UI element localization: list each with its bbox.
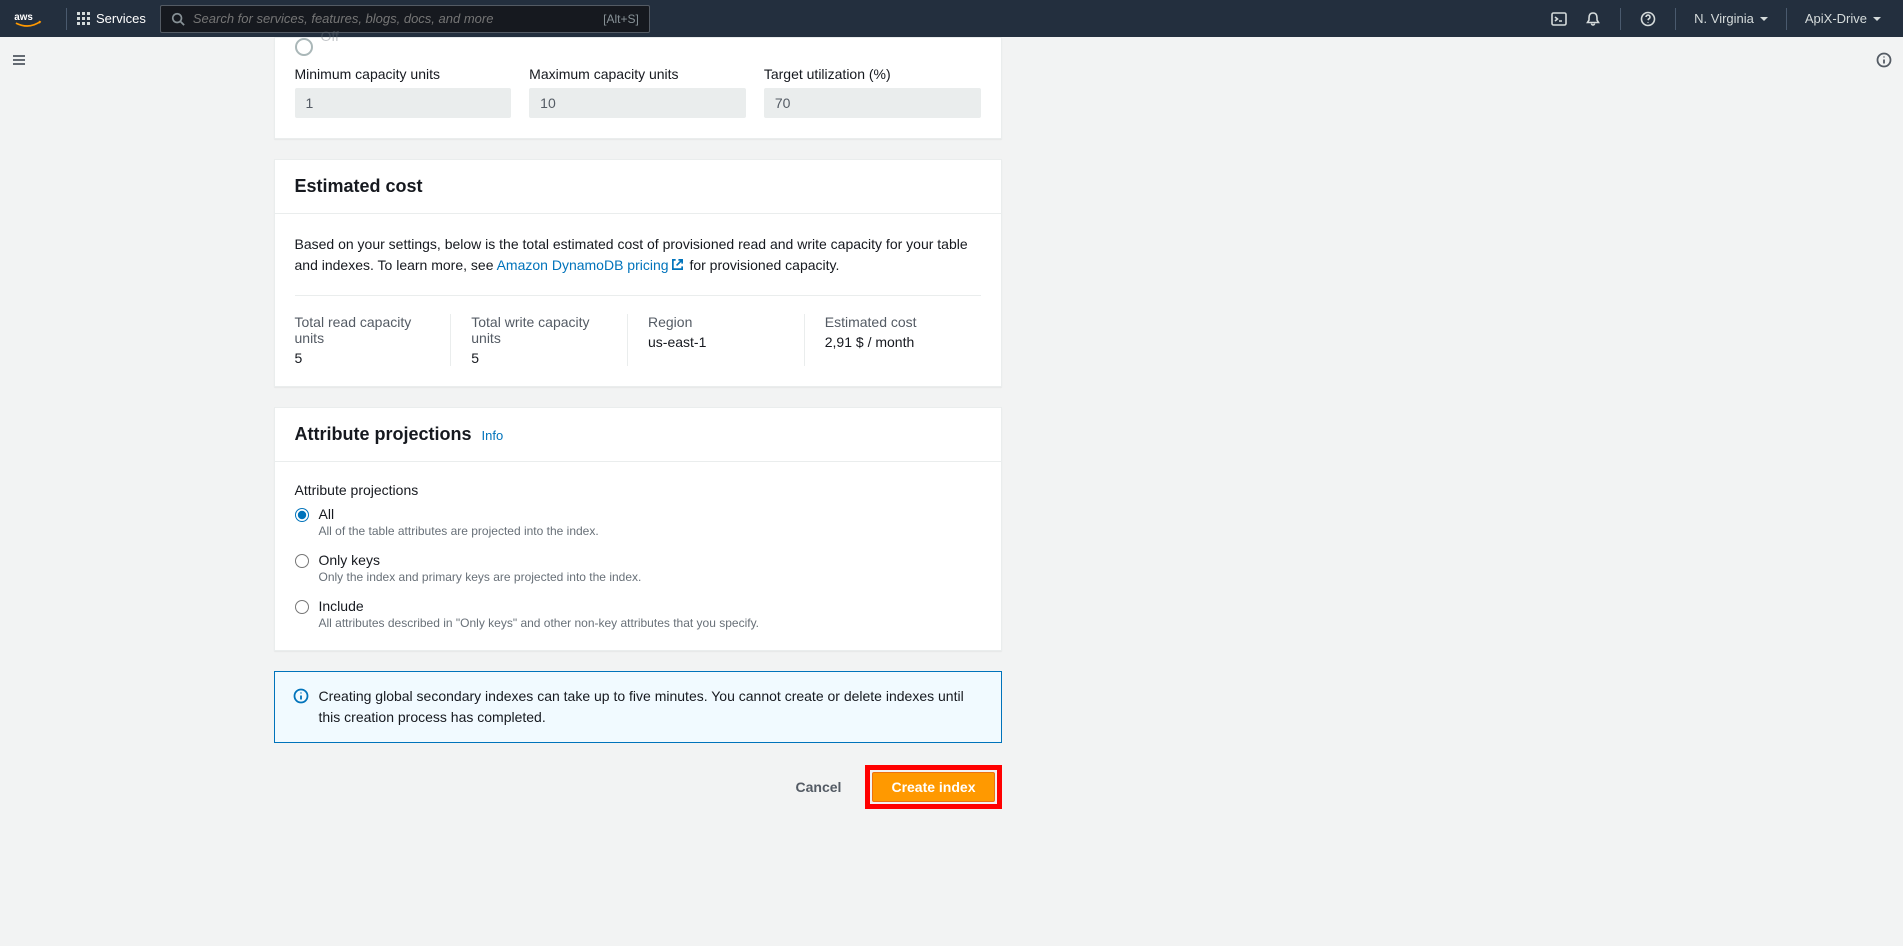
option-all-desc: All of the table attributes are projecte… [319, 524, 599, 538]
min-capacity-input [295, 88, 512, 118]
option-keys-desc: Only the index and primary keys are proj… [319, 570, 642, 584]
projection-option-include[interactable]: Include All attributes described in "Onl… [295, 598, 981, 630]
account-selector[interactable]: ApiX-Drive [1797, 11, 1889, 26]
option-include-desc: All attributes described in "Only keys" … [319, 616, 760, 630]
search-box[interactable]: [Alt+S] [160, 5, 650, 33]
info-panel-toggle[interactable] [1871, 47, 1897, 73]
estimated-cost-title: Estimated cost [295, 176, 423, 197]
read-capacity-value: 5 [295, 350, 431, 366]
info-alert: Creating global secondary indexes can ta… [274, 671, 1002, 743]
cost-table: Total read capacity units 5 Total write … [295, 295, 981, 366]
off-label: Off [321, 28, 339, 44]
info-icon [293, 688, 309, 704]
max-capacity-input [529, 88, 746, 118]
search-shortcut: [Alt+S] [603, 12, 639, 26]
services-menu-button[interactable]: Services [77, 11, 146, 26]
region-value: us-east-1 [648, 334, 784, 350]
main-content: Off Minimum capacity units Maximum capac… [202, 37, 1702, 849]
region-label: N. Virginia [1694, 11, 1754, 26]
option-keys-title: Only keys [319, 552, 642, 568]
help-button[interactable] [1631, 5, 1665, 33]
pricing-link[interactable]: Amazon DynamoDB pricing [497, 257, 686, 273]
target-util-label: Target utilization (%) [764, 66, 981, 82]
region-selector[interactable]: N. Virginia [1686, 11, 1776, 26]
search-input[interactable] [193, 11, 603, 26]
divider [66, 8, 67, 30]
cost-description: Based on your settings, below is the tot… [295, 234, 981, 277]
projection-option-keys[interactable]: Only keys Only the index and primary key… [295, 552, 981, 584]
side-nav-toggle[interactable] [6, 47, 32, 73]
capacity-panel: Off Minimum capacity units Maximum capac… [274, 37, 1002, 139]
read-capacity-label: Total read capacity units [295, 314, 431, 346]
projection-option-all[interactable]: All All of the table attributes are proj… [295, 506, 981, 538]
action-buttons: Cancel Create index [274, 765, 1002, 809]
divider [1620, 8, 1621, 30]
aws-logo[interactable]: aws [14, 10, 44, 28]
grid-icon [77, 12, 90, 25]
estimated-cost-label: Estimated cost [825, 314, 961, 330]
svg-text:aws: aws [14, 11, 33, 22]
external-link-icon [671, 256, 684, 277]
create-index-button[interactable]: Create index [872, 772, 994, 802]
autoscaling-toggle-off: Off [275, 38, 1001, 66]
search-icon [171, 12, 185, 26]
nav-right: N. Virginia ApiX-Drive [1542, 5, 1889, 33]
min-capacity-label: Minimum capacity units [295, 66, 512, 82]
radio-all[interactable] [295, 508, 309, 522]
write-capacity-value: 5 [471, 350, 607, 366]
caret-down-icon [1760, 17, 1768, 21]
divider [1786, 8, 1787, 30]
radio-off-icon[interactable] [295, 38, 313, 56]
caret-down-icon [1873, 17, 1881, 21]
info-link[interactable]: Info [482, 428, 504, 443]
target-util-input [764, 88, 981, 118]
notifications-button[interactable] [1576, 5, 1610, 33]
region-label: Region [648, 314, 784, 330]
option-include-title: Include [319, 598, 760, 614]
estimated-cost-value: 2,91 $ / month [825, 334, 961, 350]
divider [1675, 8, 1676, 30]
estimated-cost-panel: Estimated cost Based on your settings, b… [274, 159, 1002, 387]
attribute-projections-panel: Attribute projections Info Attribute pro… [274, 407, 1002, 651]
radio-include[interactable] [295, 600, 309, 614]
radio-keys[interactable] [295, 554, 309, 568]
cancel-button[interactable]: Cancel [786, 773, 852, 801]
cloudshell-button[interactable] [1542, 5, 1576, 33]
account-label: ApiX-Drive [1805, 11, 1867, 26]
alert-text: Creating global secondary indexes can ta… [319, 686, 983, 728]
top-nav: aws Services [Alt+S] N. Virginia ApiX-Dr… [0, 0, 1903, 37]
projections-label: Attribute projections [295, 482, 981, 498]
highlight-annotation: Create index [865, 765, 1001, 809]
option-all-title: All [319, 506, 599, 522]
projections-title: Attribute projections [295, 424, 472, 445]
services-label: Services [96, 11, 146, 26]
write-capacity-label: Total write capacity units [471, 314, 607, 346]
max-capacity-label: Maximum capacity units [529, 66, 746, 82]
